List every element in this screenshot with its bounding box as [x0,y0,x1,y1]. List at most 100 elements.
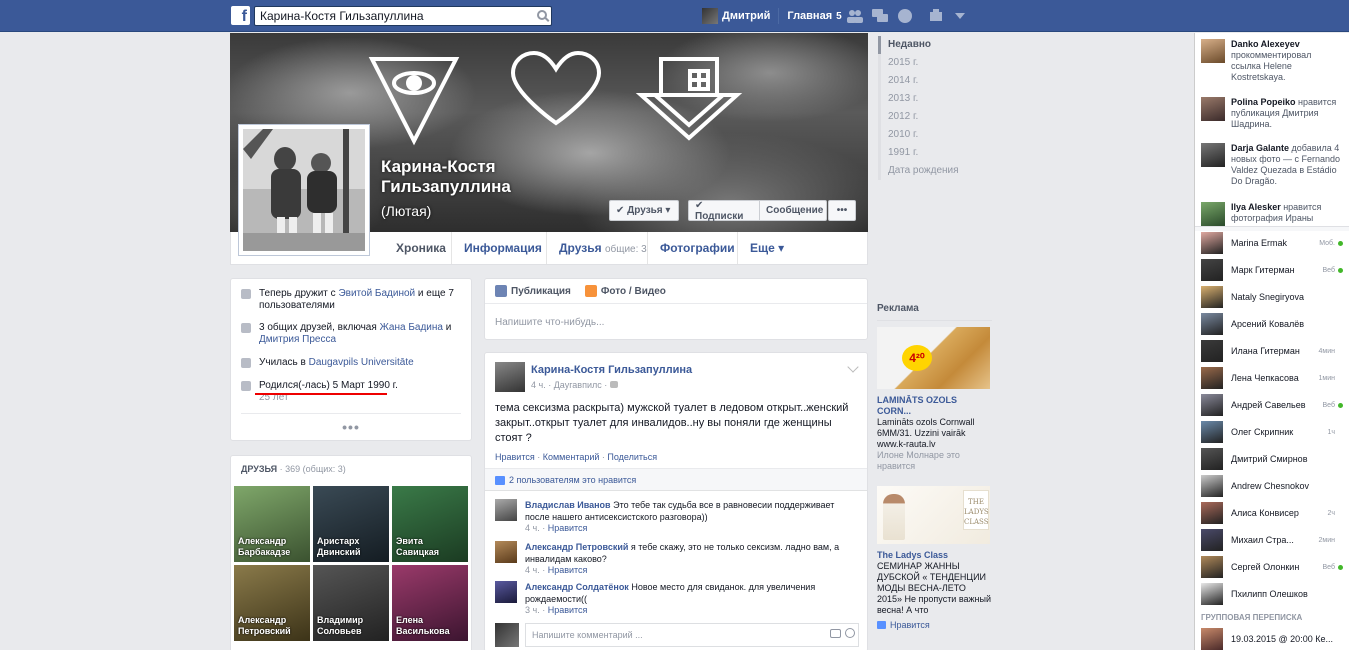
ads-title[interactable]: Реклама [877,303,992,321]
friends-icon[interactable] [847,9,863,23]
friend-tile[interactable]: Аристарх Двинский [313,486,389,562]
tab-timeline[interactable]: Хроника [384,232,458,264]
ad-laminate-title[interactable]: LAMINĀTS OZOLS CORN... [877,395,992,417]
caret-down-icon[interactable] [952,9,968,23]
facebook-logo[interactable]: f [231,6,250,25]
search-icon[interactable] [537,10,547,20]
profile-picture[interactable] [238,124,370,256]
tab-info[interactable]: Информация [451,232,554,264]
comment-avatar[interactable] [495,541,517,563]
chat-contact[interactable]: Дмитрий Смирнов [1201,447,1343,471]
chat-contact[interactable]: Арсений Ковалёв [1201,312,1343,336]
chat-contact[interactable]: Лена Чепкасова 1мин [1201,366,1343,390]
friend-link-zhan[interactable]: Жана Бадина [380,322,443,333]
privacy-icon[interactable] [930,9,946,23]
composer-tab-status[interactable]: Публикация [495,285,571,297]
tab-more[interactable]: Еще ▾ [737,232,796,264]
offline-dot-icon [1338,511,1343,516]
friend-link-evita[interactable]: Эвитой Бадиной [338,288,415,299]
composer-input[interactable]: Напишите что-нибудь... [495,317,604,328]
year-2012[interactable]: 2012 г. [878,108,988,126]
chevron-down-icon[interactable] [847,361,859,373]
likes-summary[interactable]: 2 пользователям это нравится [495,475,636,485]
year-1991[interactable]: 1991 г. [878,144,988,162]
chat-contact[interactable]: Олег Скрипник 1ч [1201,420,1343,444]
chat-contact[interactable]: Алиса Конвисер 2ч [1201,501,1343,525]
post-author-name[interactable]: Карина-Костя Гильзапуллина [531,364,692,376]
year-2013[interactable]: 2013 г. [878,90,988,108]
chat-status: Веб [1322,401,1336,409]
comment-like-link[interactable]: Нравится [548,523,588,533]
comment-link[interactable]: Комментарий [543,452,600,462]
audience-icon[interactable] [609,381,618,388]
nav-user-name[interactable]: Дмитрий [722,10,770,22]
ticker-item[interactable]: Polina Popeiko нравится публикация Дмитр… [1201,97,1343,130]
comment-time[interactable]: 3 ч. [525,605,540,615]
globe-icon[interactable] [897,9,913,23]
friends-card: ДРУЗЬЯ · 369 (общих: 3) Александр Барбак… [230,455,472,650]
comment-author[interactable]: Владислав Иванов [525,500,611,510]
more-actions-button[interactable]: ••• [828,200,856,221]
like-link[interactable]: Нравится [495,452,535,462]
chat-avatar [1201,529,1223,551]
ad-ladys-class-image[interactable]: THE LADYS CLASS [877,486,990,544]
comment-input[interactable]: Напишите комментарий ... [525,623,859,647]
post-author-avatar[interactable] [495,362,525,392]
ad-laminate-image[interactable]: 4²⁰ [877,327,990,389]
university-link[interactable]: Daugavpils Universitāte [309,357,414,368]
message-button[interactable]: Сообщение [759,200,827,221]
chat-contact[interactable]: Андрей Савельев Веб [1201,393,1343,417]
friends-status-button[interactable]: ✔ Друзья ▾ [609,200,679,221]
chat-contact[interactable]: Nataly Snegiryova [1201,285,1343,309]
intro-more-button[interactable]: ••• [231,419,471,435]
friend-tile[interactable]: Александр Петровский [234,565,310,641]
share-link[interactable]: Поделиться [607,452,657,462]
friend-link-dmitry[interactable]: Дмитрия Пресса [259,334,336,345]
comment-like-link[interactable]: Нравится [548,565,588,575]
year-recent[interactable]: Недавно [878,36,988,54]
chat-contact[interactable]: Andrew Chesnokov [1201,474,1343,498]
search-input[interactable] [255,7,525,25]
tab-friends[interactable]: Друзья общие: 3 [546,232,659,264]
tab-photos[interactable]: Фотографии [647,232,747,264]
ticker-item[interactable]: Darja Galante добавила 4 новых фото — с … [1201,143,1343,187]
comment-like-link[interactable]: Нравится [548,605,588,615]
composer-divider [485,303,867,304]
ad-ladys-class-like[interactable]: Нравится [877,620,992,630]
chat-contact[interactable]: Марк Гитерман Веб [1201,258,1343,282]
year-2010[interactable]: 2010 г. [878,126,988,144]
friend-tile[interactable]: Владимир Соловьев [313,565,389,641]
friends-card-header[interactable]: ДРУЗЬЯ · 369 (общих: 3) [241,464,346,474]
search-box[interactable] [254,6,552,26]
group-chat-item[interactable]: 19.03.2015 @ 20:00 Ке... [1201,628,1343,650]
friend-tile[interactable]: Эвита Савицкая [392,486,468,562]
year-2015[interactable]: 2015 г. [878,54,988,72]
chat-contact[interactable]: Пхилипп Олешков [1201,582,1343,606]
ad-ladys-class-title[interactable]: The Ladys Class [877,550,992,561]
intro-education-text: Училась в Daugavpils Universitāte [259,357,414,369]
emoji-icon[interactable] [845,628,855,638]
chat-contact[interactable]: Илана Гитерман 4мин [1201,339,1343,363]
comment-avatar[interactable] [495,581,517,603]
friend-tile[interactable]: Александр Барбакадзе [234,486,310,562]
year-birthday[interactable]: Дата рождения [878,162,988,180]
comment-avatar[interactable] [495,499,517,521]
chat-contact[interactable]: Михаил Стра... 2мин [1201,528,1343,552]
subscribe-button[interactable]: ✔ Подписки [688,200,760,222]
chat-contact[interactable]: Marina Ermak Моб. [1201,231,1343,255]
comment-time[interactable]: 4 ч. [525,565,540,575]
composer-tab-photo[interactable]: Фото / Видео [584,285,666,297]
messages-icon[interactable] [872,9,888,23]
chat-contact[interactable]: Сергей Олонкин Веб [1201,555,1343,579]
friend-tile[interactable]: Елена Василькова [392,565,468,641]
comment-author[interactable]: Александр Петровский [525,542,628,552]
ticker-item[interactable]: Ilya Alesker нравится фотография Ираны [1201,202,1343,226]
ticker-item[interactable]: Danko Alexeyev прокомментировал ссылка H… [1201,39,1343,83]
camera-icon[interactable] [830,629,841,638]
nav-home-link[interactable]: Главная [787,10,832,22]
comment-time[interactable]: 4 ч. [525,523,540,533]
comment-author[interactable]: Александр Солдатёнок [525,582,629,592]
nav-avatar[interactable] [702,8,718,24]
profile-name[interactable]: Карина-Костя Гильзапуллина [381,157,581,197]
year-2014[interactable]: 2014 г. [878,72,988,90]
